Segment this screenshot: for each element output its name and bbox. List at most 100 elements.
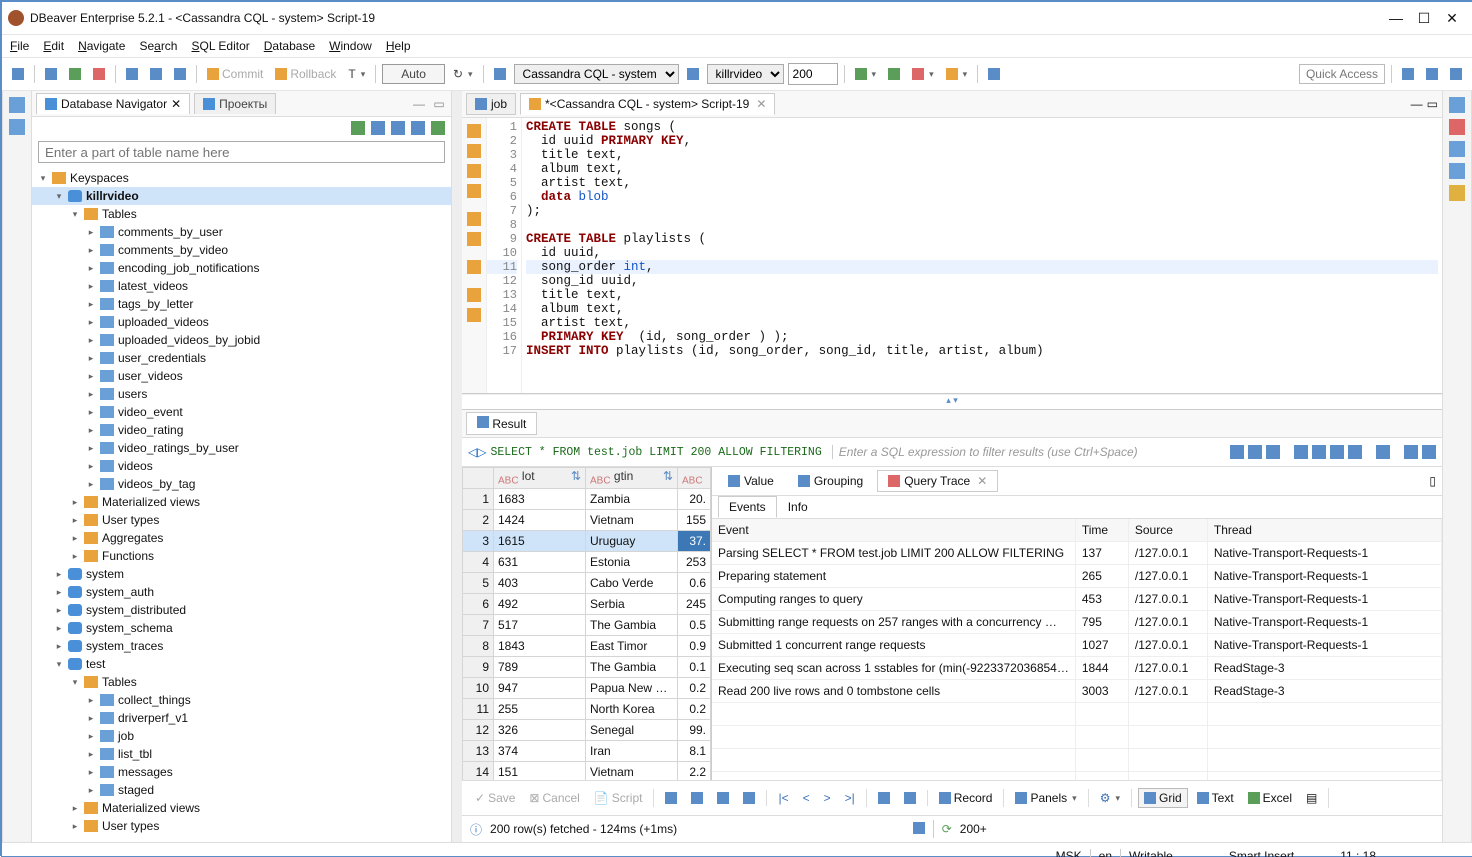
connect-icon[interactable] <box>41 66 61 82</box>
table-row[interactable]: 10947Papua New Guinea0.2 <box>463 678 711 699</box>
tree-item[interactable]: ▾Tables <box>32 673 451 691</box>
tree-item[interactable]: ▾Keyspaces <box>32 169 451 187</box>
tab-projects[interactable]: Проекты <box>194 93 276 114</box>
query-manager-icon[interactable] <box>1449 163 1465 179</box>
expand-arrow-icon[interactable]: ▸ <box>86 461 96 472</box>
trace-table[interactable]: EventTimeSourceThreadParsing SELECT * FR… <box>712 519 1442 780</box>
expand-arrow-icon[interactable]: ▾ <box>70 677 80 688</box>
more-views-icon[interactable]: ▤ <box>1301 789 1322 807</box>
expand-arrow-icon[interactable]: ▸ <box>86 713 96 724</box>
outline-icon[interactable] <box>1449 97 1465 113</box>
menu-edit[interactable]: Edit <box>43 39 64 53</box>
tree-item[interactable]: ▸Materialized views <box>32 799 451 817</box>
close-button[interactable]: ✕ <box>1438 10 1466 27</box>
tree-item[interactable]: ▸videos <box>32 457 451 475</box>
table-row[interactable]: 9789The Gambia0.1 <box>463 657 711 678</box>
tree-item[interactable]: ▸job <box>32 727 451 745</box>
panels-button[interactable]: Panels ▾ <box>1010 789 1081 807</box>
expand-arrow-icon[interactable]: ▸ <box>54 587 64 598</box>
collapse-icon[interactable] <box>371 121 385 135</box>
tab-value[interactable]: Value <box>718 471 784 491</box>
menu-window[interactable]: Window <box>329 39 372 53</box>
tree-item[interactable]: ▸Functions <box>32 547 451 565</box>
execute-new-tab-icon[interactable] <box>467 144 481 158</box>
table-row[interactable]: 11255North Korea0.2 <box>463 699 711 720</box>
tree-item[interactable]: ▸messages <box>32 763 451 781</box>
trace-col-time[interactable]: Time <box>1075 519 1128 542</box>
duplicate-icon[interactable] <box>712 790 734 806</box>
execute-script-icon[interactable] <box>467 164 481 178</box>
expand-arrow-icon[interactable]: ▸ <box>86 479 96 490</box>
rollback-icon[interactable] <box>467 232 481 246</box>
new-connection-icon[interactable] <box>8 66 28 82</box>
column-lot[interactable]: ABC lot ⇅ <box>494 468 586 489</box>
record-button[interactable]: Record <box>934 789 998 807</box>
settings-icon[interactable]: ⚙ ▾ <box>1095 789 1125 807</box>
tree-item[interactable]: ▸tags_by_letter <box>32 295 451 313</box>
filter-icon[interactable] <box>1330 445 1344 459</box>
column-gtin[interactable]: ABC gtin ⇅ <box>586 468 678 489</box>
menu-help[interactable]: Help <box>386 39 411 53</box>
tx-mode-icon[interactable]: T▾ <box>344 65 369 83</box>
code-editor[interactable]: CREATE TABLE songs ( id uuid PRIMARY KEY… <box>522 118 1442 393</box>
prev-icon[interactable]: < <box>798 789 815 807</box>
expand-arrow-icon[interactable]: ▸ <box>86 353 96 364</box>
tab-grouping[interactable]: Grouping <box>788 471 873 491</box>
templates-icon[interactable] <box>1449 141 1465 157</box>
tree-item[interactable]: ▸Aggregates <box>32 529 451 547</box>
minimize-editor-icon[interactable]: — <box>1411 97 1423 111</box>
tab-info[interactable]: Info <box>777 496 819 518</box>
expand-arrow-icon[interactable]: ▸ <box>86 749 96 760</box>
data-grid[interactable]: ABC lot ⇅ABC gtin ⇅ABC11683Zambia20.2142… <box>462 467 712 780</box>
datasource-select[interactable]: Cassandra CQL - system <box>514 64 679 84</box>
expand-icon[interactable] <box>391 121 405 135</box>
refresh-icon[interactable] <box>431 121 445 135</box>
trace-col-event[interactable]: Event <box>712 519 1075 542</box>
table-row[interactable]: 11683Zambia20. <box>463 489 711 510</box>
cancel-button[interactable]: ⊠ Cancel <box>524 789 584 807</box>
tree-item[interactable]: ▸system_distributed <box>32 601 451 619</box>
expand-arrow-icon[interactable]: ▸ <box>86 227 96 238</box>
save-button[interactable]: ✓ Save <box>470 789 520 807</box>
splitter[interactable] <box>452 91 462 842</box>
tree-item[interactable]: ▸uploaded_videos <box>32 313 451 331</box>
text-view-button[interactable]: Text <box>1192 789 1239 807</box>
explain-plan-icon[interactable] <box>467 184 481 198</box>
expand-arrow-icon[interactable]: ▸ <box>86 281 96 292</box>
tree-item[interactable]: ▸system_auth <box>32 583 451 601</box>
rollback-button[interactable]: Rollback <box>271 65 340 83</box>
tab-query-trace[interactable]: Query Trace✕ <box>877 470 998 492</box>
trace-row[interactable]: Read 200 live rows and 0 tombstone cells… <box>712 680 1442 703</box>
delete-icon[interactable] <box>738 790 760 806</box>
close-icon[interactable]: ✕ <box>171 97 181 111</box>
expand-arrow-icon[interactable]: ▸ <box>86 443 96 454</box>
filter-icon[interactable] <box>1294 445 1308 459</box>
tree-item[interactable]: ▸encoding_job_notifications <box>32 259 451 277</box>
trace-row[interactable]: Submitting range requests on 257 ranges … <box>712 611 1442 634</box>
expand-arrow-icon[interactable]: ▾ <box>70 209 80 220</box>
first-icon[interactable]: |< <box>773 789 793 807</box>
expand-arrow-icon[interactable]: ▸ <box>70 497 80 508</box>
next-icon[interactable]: > <box>819 789 836 807</box>
schema-select[interactable]: killrvideo <box>707 64 784 84</box>
execute-icon[interactable]: ▾ <box>851 66 881 82</box>
trace-row[interactable]: Computing ranges to query453/127.0.0.1Na… <box>712 588 1442 611</box>
new-conn-icon[interactable] <box>351 121 365 135</box>
expand-arrow-icon[interactable]: ▾ <box>38 173 48 184</box>
perspective-icon-1[interactable] <box>1398 66 1418 82</box>
export-icon[interactable] <box>913 822 925 837</box>
format-icon[interactable]: ▾ <box>942 66 972 82</box>
link-icon[interactable] <box>984 66 1004 82</box>
expand-arrow-icon[interactable]: ▸ <box>86 695 96 706</box>
projects-icon[interactable] <box>9 97 25 113</box>
nav-back-icon[interactable] <box>1404 445 1418 459</box>
expand-arrow-icon[interactable]: ▸ <box>86 317 96 328</box>
info-icon[interactable]: ⓘ <box>470 821 482 838</box>
tree-item[interactable]: ▸videos_by_tag <box>32 475 451 493</box>
grid-view-button[interactable]: Grid <box>1138 788 1188 808</box>
tree-item[interactable]: ▸user_videos <box>32 367 451 385</box>
tree-item[interactable]: ▾killrvideo <box>32 187 451 205</box>
table-row[interactable]: 14151Vietnam2.2 <box>463 762 711 781</box>
collapse-icon[interactable] <box>1248 445 1262 459</box>
tree-item[interactable]: ▸users <box>32 385 451 403</box>
